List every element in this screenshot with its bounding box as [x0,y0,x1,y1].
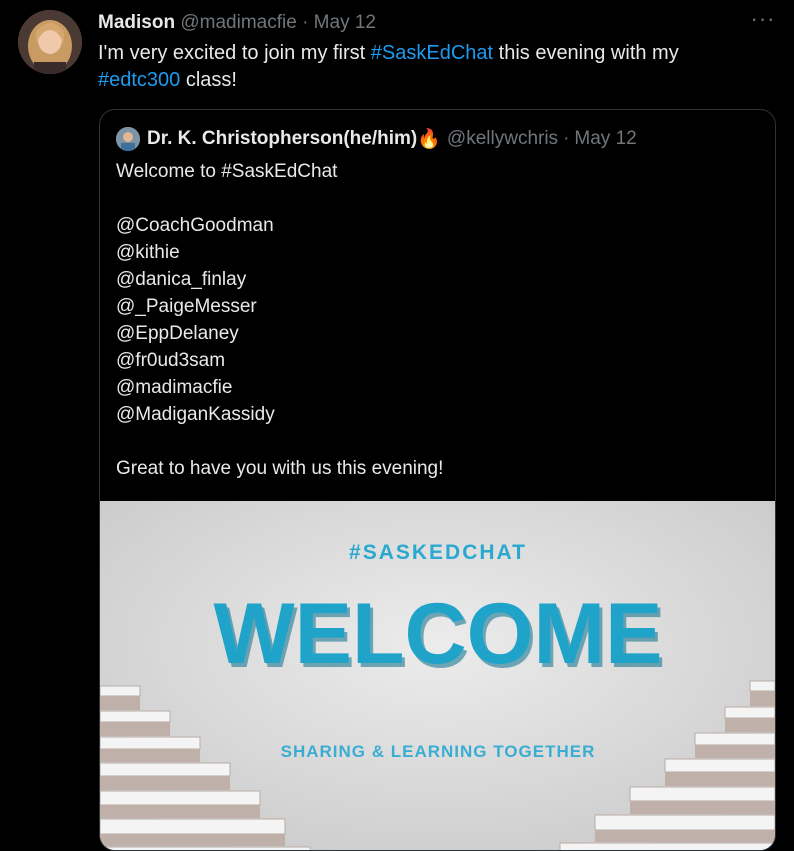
tweet-text-part: this evening with my [493,42,679,64]
author-handle[interactable]: @madimacfie [180,12,296,33]
quoted-tweet-header: Dr. K. Christopherson(he/him) 🔥 @kellywc… [116,127,637,151]
quoted-line [116,185,756,212]
mention-link[interactable]: @MadiganKassidy [116,401,756,428]
quoted-media-image[interactable]: #SASKEDCHAT WELCOME WELCOME SHARING & LE… [100,501,775,850]
hashtag-link[interactable]: #SaskEdChat [371,42,493,64]
mention-link[interactable]: @EppDelaney [116,320,756,347]
quoted-author-handle[interactable]: @kellywchris [447,128,558,150]
mention-link[interactable]: @kithie [116,239,756,266]
tweet-text: I'm very excited to join my first #SaskE… [98,40,768,94]
tweet[interactable]: Madison @madimacfie · May 12 ··· I'm ver… [0,0,794,851]
quoted-tweet-text: Welcome to #SaskEdChat @CoachGoodman @ki… [116,158,756,482]
quoted-tweet[interactable]: Dr. K. Christopherson(he/him) 🔥 @kellywc… [99,109,776,851]
quoted-line: Welcome to #SaskEdChat [116,161,338,182]
image-tagline: SHARING & LEARNING TOGETHER [281,742,596,761]
more-options-icon[interactable]: ··· [748,8,778,38]
avatar-image [18,10,82,74]
quoted-line [116,428,756,455]
quoted-line: Great to have you with us this evening! [116,458,444,479]
tweet-text-part: I'm very excited to join my first [98,42,371,64]
hashtag-link[interactable]: #edtc300 [98,69,180,91]
tweet-header: Madison @madimacfie · May 12 [98,12,376,34]
quoted-avatar[interactable] [116,127,140,151]
image-headline: WELCOME [213,586,662,682]
image-hashtag: #SASKEDCHAT [349,541,527,564]
tweet-date[interactable]: May 12 [314,12,376,33]
separator-dot: · [563,128,570,149]
mention-link[interactable]: @fr0ud3sam [116,347,756,374]
quoted-avatar-image [116,127,140,151]
welcome-graphic: #SASKEDCHAT WELCOME WELCOME SHARING & LE… [100,501,775,850]
mention-link[interactable]: @_PaigeMesser [116,293,756,320]
mention-link[interactable]: @madimacfie [116,374,756,401]
avatar[interactable] [18,10,82,74]
mention-link[interactable]: @CoachGoodman [116,212,756,239]
fire-icon: 🔥 [417,129,441,150]
author-name[interactable]: Madison [98,12,175,33]
separator-dot: · [302,12,309,33]
tweet-text-part: class! [180,69,237,91]
mention-link[interactable]: @danica_finlay [116,266,756,293]
quoted-date[interactable]: May 12 [574,128,636,150]
quoted-author-name[interactable]: Dr. K. Christopherson(he/him) [147,128,417,150]
